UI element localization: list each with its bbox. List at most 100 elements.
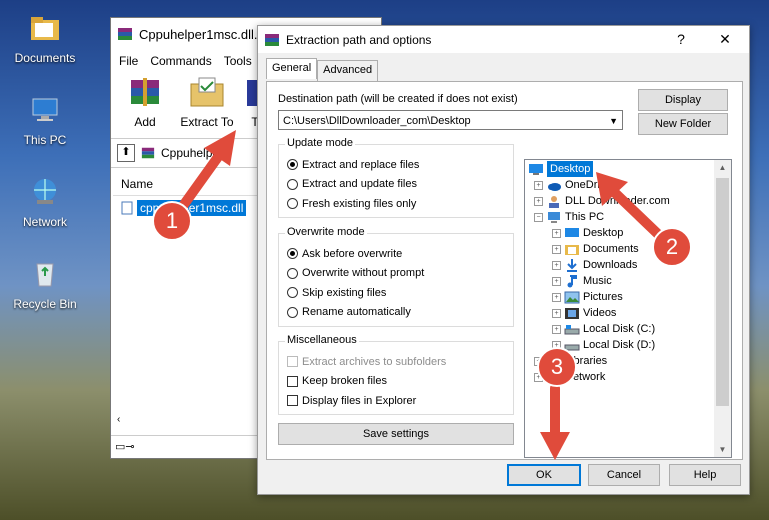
- computer-icon: [548, 211, 560, 223]
- expand-icon[interactable]: +: [552, 228, 561, 238]
- desktop-icon-label: Network: [22, 215, 67, 229]
- tree-label: Desktop: [583, 227, 624, 239]
- tree-label: Music: [583, 275, 612, 287]
- radio-icon[interactable]: [287, 287, 298, 299]
- tree-node-local-disk-c[interactable]: + Local Disk (C:): [552, 321, 655, 337]
- update-mode-group: Update mode Extract and replace files Ex…: [278, 137, 514, 218]
- tree-node-dll-downloader[interactable]: + DLL Downloader.com: [534, 193, 670, 209]
- expand-icon[interactable]: +: [552, 244, 561, 254]
- help-button[interactable]: Help: [669, 464, 741, 486]
- tree-label: Pictures: [583, 291, 623, 303]
- close-button[interactable]: ✕: [705, 26, 745, 53]
- menu-tools[interactable]: Tools: [224, 54, 252, 68]
- destination-path-combo[interactable]: C:\Users\DllDownloader_com\Desktop ▼: [278, 110, 623, 130]
- display-button[interactable]: Display: [638, 89, 728, 111]
- tree-node-onedrive[interactable]: + OneDrive: [534, 177, 611, 193]
- add-label: Add: [134, 115, 156, 129]
- misc-option-keep-broken[interactable]: Keep broken files: [279, 372, 513, 392]
- new-folder-button[interactable]: New Folder: [638, 113, 728, 135]
- cancel-button[interactable]: Cancel: [588, 464, 660, 486]
- option-label: Rename automatically: [302, 306, 411, 319]
- update-mode-title: Update mode: [285, 137, 356, 149]
- desktop-icon-recycle-bin[interactable]: Recycle Bin: [10, 258, 80, 311]
- tab-general[interactable]: General: [266, 58, 318, 79]
- desktop-icon: [529, 163, 543, 175]
- radio-icon[interactable]: [287, 248, 298, 260]
- archive-add-icon: [131, 78, 159, 106]
- tree-node-desktop-root[interactable]: Desktop: [528, 161, 594, 177]
- option-label: Extract archives to subfolders: [302, 355, 447, 368]
- desktop-icon-label: Recycle Bin: [13, 297, 77, 311]
- tree-scrollbar[interactable]: ▲ ▼: [714, 160, 731, 457]
- update-option-extract-replace[interactable]: Extract and replace files: [279, 155, 513, 175]
- up-folder-icon[interactable]: ⬆: [117, 144, 135, 162]
- chevron-down-icon[interactable]: ▼: [609, 111, 618, 131]
- overwrite-option-skip[interactable]: Skip existing files: [279, 283, 513, 303]
- radio-icon[interactable]: [287, 159, 298, 171]
- scroll-thumb[interactable]: [716, 178, 729, 406]
- scroll-down-icon[interactable]: ▼: [714, 445, 731, 454]
- dll-file-icon: [121, 201, 133, 215]
- column-header-name[interactable]: Name: [113, 173, 258, 196]
- desktop-icon-documents[interactable]: Documents: [10, 12, 80, 65]
- expand-icon[interactable]: +: [534, 180, 543, 190]
- tree-node-downloads[interactable]: + Downloads: [552, 257, 637, 273]
- scroll-left-icon[interactable]: ‹: [117, 414, 120, 425]
- desktop-icon-this-pc[interactable]: This PC: [10, 94, 80, 147]
- tree-node-this-pc[interactable]: − This PC: [534, 209, 604, 225]
- checkbox-icon[interactable]: [287, 395, 298, 407]
- winrar-logo-icon: [265, 33, 279, 46]
- collapse-icon[interactable]: −: [534, 212, 543, 222]
- overwrite-option-no-prompt[interactable]: Overwrite without prompt: [279, 264, 513, 284]
- menu-file[interactable]: File: [119, 54, 138, 68]
- misc-option-display-explorer[interactable]: Display files in Explorer: [279, 391, 513, 411]
- checkbox-icon[interactable]: [287, 375, 298, 387]
- tree-node-pictures[interactable]: + Pictures: [552, 289, 623, 305]
- tree-label: DLL Downloader.com: [565, 195, 670, 207]
- tree-node-this-pc-desktop[interactable]: + Desktop: [552, 225, 623, 241]
- step-badge-2: 2: [652, 227, 692, 267]
- option-label: Display files in Explorer: [302, 394, 417, 407]
- tree-node-music[interactable]: + Music: [552, 273, 612, 289]
- videos-icon: [565, 307, 579, 319]
- option-label: Extract and update files: [302, 178, 417, 191]
- dialog-tabs: General Advanced: [266, 58, 379, 81]
- extract-to-button[interactable]: Extract To: [177, 72, 237, 132]
- expand-icon[interactable]: +: [552, 292, 561, 302]
- radio-icon[interactable]: [287, 306, 298, 318]
- expand-icon[interactable]: +: [552, 324, 561, 334]
- option-label: Keep broken files: [302, 375, 387, 388]
- update-option-fresh-existing[interactable]: Fresh existing files only: [279, 194, 513, 214]
- option-label: Overwrite without prompt: [302, 267, 425, 280]
- save-settings-button[interactable]: Save settings: [278, 423, 514, 445]
- option-label: Ask before overwrite: [302, 247, 403, 260]
- tab-advanced[interactable]: Advanced: [317, 60, 379, 81]
- dialog-titlebar[interactable]: Extraction path and options ? ✕: [258, 26, 749, 53]
- folder-tree[interactable]: Desktop + OneDrive + DLL Downloader.com …: [524, 159, 732, 458]
- ok-button[interactable]: OK: [507, 464, 581, 486]
- radio-icon[interactable]: [287, 267, 298, 279]
- misc-option-subfolders: Extract archives to subfolders: [279, 352, 513, 372]
- documents-icon: [565, 244, 579, 255]
- expand-icon[interactable]: +: [534, 196, 543, 206]
- scroll-up-icon[interactable]: ▲: [714, 163, 731, 172]
- overwrite-option-rename[interactable]: Rename automatically: [279, 303, 513, 323]
- expand-icon[interactable]: +: [552, 308, 561, 318]
- tree-label: Documents: [583, 243, 639, 255]
- tree-node-documents[interactable]: + Documents: [552, 241, 639, 257]
- expand-icon[interactable]: +: [552, 276, 561, 286]
- tree-label: Downloads: [583, 259, 638, 271]
- expand-icon[interactable]: +: [552, 260, 561, 270]
- desktop-icon-network[interactable]: Network: [10, 176, 80, 229]
- update-option-extract-update[interactable]: Extract and update files: [279, 175, 513, 195]
- destination-path-value: C:\Users\DllDownloader_com\Desktop: [283, 115, 471, 127]
- recycle-bin-icon: [36, 263, 54, 287]
- menu-commands[interactable]: Commands: [150, 54, 211, 68]
- tree-node-videos[interactable]: + Videos: [552, 305, 616, 321]
- address-text[interactable]: Cppuhelpe: [161, 146, 219, 160]
- add-button[interactable]: Add: [119, 72, 171, 132]
- overwrite-option-ask[interactable]: Ask before overwrite: [279, 244, 513, 264]
- radio-icon[interactable]: [287, 178, 298, 190]
- radio-icon[interactable]: [287, 198, 298, 210]
- help-title-button[interactable]: ?: [661, 26, 701, 53]
